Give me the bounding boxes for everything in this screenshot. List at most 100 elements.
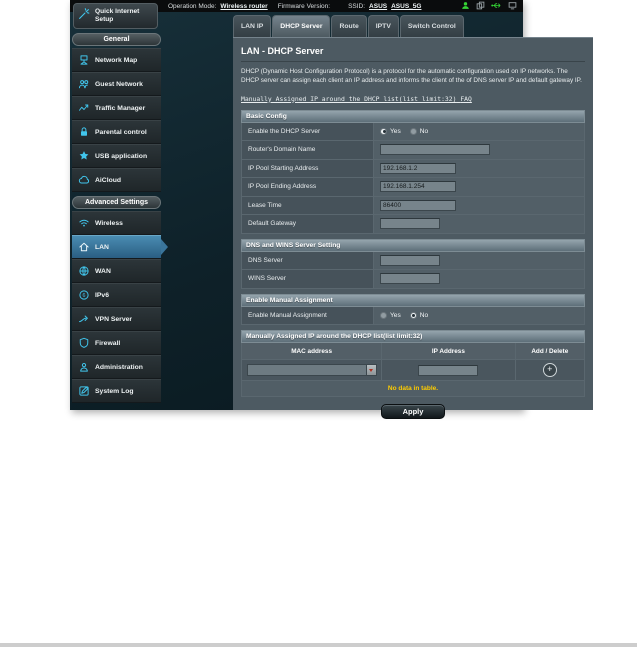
dns-server-row: DNS Server bbox=[241, 251, 585, 271]
ssid-main-link[interactable]: ASUS bbox=[369, 3, 387, 10]
firmware-version-label: Firmware Version: bbox=[277, 2, 331, 10]
parental-control-icon bbox=[77, 126, 90, 138]
manual-assignment-section: Enable Manual Assignment Enable Manual A… bbox=[241, 293, 585, 326]
copy-icon[interactable] bbox=[476, 1, 485, 10]
mac-address-select[interactable] bbox=[246, 364, 377, 377]
quick-internet-setup-button[interactable]: Quick Internet Setup bbox=[73, 3, 158, 29]
domain-name-input[interactable] bbox=[380, 144, 490, 156]
empty-table-message: No data in table. bbox=[242, 380, 584, 397]
manual-ip-table-header: Manually Assigned IP around the DHCP lis… bbox=[241, 330, 585, 344]
main-content: LAN - DHCP Server DHCP (Dynamic Host Con… bbox=[233, 37, 593, 420]
dns-server-input[interactable] bbox=[380, 254, 440, 266]
sidebar: Quick Internet Setup General Network Map… bbox=[70, 0, 168, 403]
sidebar-item-administration[interactable]: Administration bbox=[72, 355, 161, 379]
guest-network-icon bbox=[77, 78, 90, 90]
tab-switch-control[interactable]: Switch Control bbox=[399, 15, 464, 37]
pool-end-row: IP Pool Ending Address bbox=[241, 178, 585, 197]
basic-config-section: Basic Config Enable the DHCP Server Yes … bbox=[241, 109, 585, 234]
manual-ip-entry-row: + bbox=[242, 359, 584, 381]
usb-icon[interactable] bbox=[491, 1, 502, 10]
sidebar-item-wireless[interactable]: Wireless bbox=[72, 211, 161, 235]
screenshot-root: Operation Mode: Wireless router Firmware… bbox=[0, 0, 637, 647]
magic-wand-icon bbox=[77, 7, 91, 26]
page-bottom-divider bbox=[0, 643, 637, 647]
aicloud-icon bbox=[77, 174, 90, 186]
basic-config-header: Basic Config bbox=[241, 109, 585, 123]
manual-ip-table-section: Manually Assigned IP around the DHCP lis… bbox=[241, 330, 585, 398]
sidebar-section-general: General bbox=[72, 33, 161, 46]
pool-start-row: IP Pool Starting Address bbox=[241, 159, 585, 179]
default-gateway-row: Default Gateway bbox=[241, 215, 585, 234]
tab-dhcp-server[interactable]: DHCP Server bbox=[272, 15, 331, 37]
ssid-5g-link[interactable]: ASUS_5G bbox=[391, 3, 421, 10]
ssid-label: SSID: bbox=[348, 2, 366, 10]
wins-server-row: WINS Server bbox=[241, 270, 585, 289]
network-map-icon bbox=[77, 54, 90, 66]
ipv6-icon: 6 bbox=[77, 289, 90, 301]
manual-assignment-header: Enable Manual Assignment bbox=[241, 293, 585, 307]
page-title: LAN - DHCP Server bbox=[241, 46, 324, 56]
firewall-icon bbox=[77, 337, 90, 349]
tab-bar: LAN IP DHCP Server Route IPTV Switch Con… bbox=[233, 14, 593, 37]
dhcp-no-radio[interactable] bbox=[409, 127, 417, 135]
router-admin-window: Operation Mode: Wireless router Firmware… bbox=[70, 0, 593, 420]
administration-icon bbox=[77, 361, 90, 373]
wan-icon bbox=[77, 265, 90, 277]
col-add-delete: Add / Delete bbox=[531, 347, 569, 355]
title-divider bbox=[241, 61, 585, 62]
sidebar-item-aicloud[interactable]: AiCloud bbox=[72, 168, 161, 192]
col-ip-address: IP Address bbox=[382, 343, 516, 360]
wireless-icon bbox=[77, 217, 90, 229]
dns-wins-section: DNS and WINS Server Setting DNS Server W… bbox=[241, 238, 585, 289]
sidebar-item-firewall[interactable]: Firewall bbox=[72, 331, 161, 355]
pool-end-input[interactable] bbox=[380, 181, 456, 193]
tab-lan-ip[interactable]: LAN IP bbox=[233, 15, 272, 37]
apply-button[interactable]: Apply bbox=[381, 404, 445, 420]
sidebar-item-wan[interactable]: WAN bbox=[72, 259, 161, 283]
pool-start-input[interactable] bbox=[380, 162, 456, 174]
sidebar-item-ipv6[interactable]: 6 IPv6 bbox=[72, 283, 161, 307]
manual-ip-input[interactable] bbox=[418, 364, 479, 376]
manual-yes-radio[interactable] bbox=[380, 311, 387, 319]
sidebar-item-vpn-server[interactable]: VPN Server bbox=[72, 307, 161, 331]
plus-icon: + bbox=[547, 364, 553, 375]
default-gateway-input[interactable] bbox=[380, 218, 440, 230]
sidebar-section-advanced: Advanced Settings bbox=[72, 196, 161, 209]
manual-ip-table-columns: MAC address IP Address Add / Delete bbox=[242, 343, 584, 360]
enable-dhcp-row: Enable the DHCP Server Yes No bbox=[241, 122, 585, 142]
vpn-server-icon bbox=[77, 313, 90, 325]
lan-icon bbox=[77, 241, 90, 253]
add-entry-button[interactable]: + bbox=[542, 363, 557, 378]
dns-wins-header: DNS and WINS Server Setting bbox=[241, 238, 585, 252]
sidebar-item-system-log[interactable]: System Log bbox=[72, 379, 161, 403]
manual-no-radio[interactable] bbox=[409, 311, 417, 319]
select-dropdown-button[interactable] bbox=[365, 365, 376, 376]
system-log-icon bbox=[77, 385, 90, 397]
wins-server-input[interactable] bbox=[380, 273, 440, 285]
tab-route[interactable]: Route bbox=[331, 15, 367, 37]
manual-dhcp-faq-link[interactable]: Manually Assigned IP around the DHCP lis… bbox=[241, 95, 472, 103]
lease-time-input[interactable] bbox=[380, 199, 456, 211]
operation-mode-link[interactable]: Wireless router bbox=[220, 3, 267, 10]
sidebar-item-network-map[interactable]: Network Map bbox=[72, 48, 161, 72]
dhcp-yes-radio[interactable] bbox=[380, 127, 387, 135]
lease-time-row: Lease Time bbox=[241, 196, 585, 216]
col-mac-address: MAC address bbox=[242, 343, 383, 360]
svg-text:6: 6 bbox=[82, 293, 85, 299]
sidebar-item-lan[interactable]: LAN bbox=[72, 235, 168, 259]
manual-assignment-row: Enable Manual Assignment Yes No bbox=[241, 306, 585, 326]
sidebar-item-parental-control[interactable]: Parental control bbox=[72, 120, 161, 144]
usb-application-icon bbox=[77, 150, 90, 162]
chevron-down-icon bbox=[369, 368, 374, 372]
client-status-icon[interactable] bbox=[461, 1, 470, 10]
sidebar-item-traffic-manager[interactable]: Traffic Manager bbox=[72, 96, 161, 120]
sidebar-item-usb-application[interactable]: USB application bbox=[72, 144, 161, 168]
operation-mode-label: Operation Mode: bbox=[168, 2, 217, 10]
traffic-manager-icon bbox=[77, 102, 90, 114]
tab-iptv[interactable]: IPTV bbox=[367, 15, 399, 37]
page-description: DHCP (Dynamic Host Configuration Protoco… bbox=[241, 68, 582, 85]
sidebar-item-guest-network[interactable]: Guest Network bbox=[72, 72, 161, 96]
quick-internet-setup-label: Quick Internet Setup bbox=[95, 8, 140, 23]
domain-name-row: Router's Domain Name bbox=[241, 141, 585, 160]
monitor-icon[interactable] bbox=[508, 1, 517, 10]
